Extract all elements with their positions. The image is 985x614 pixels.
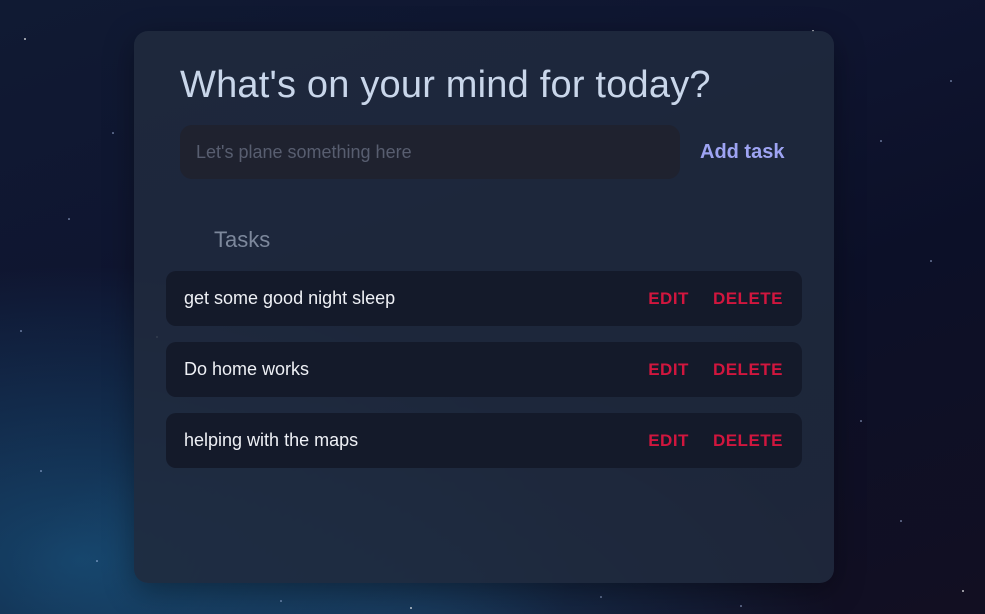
edit-task-button[interactable]: EDIT bbox=[648, 360, 689, 380]
task-text: helping with the maps bbox=[184, 430, 359, 450]
tasks-heading: Tasks bbox=[214, 227, 271, 252]
task-item: helping with the maps EDIT DELETE bbox=[166, 413, 802, 468]
task-item: Do home works EDIT DELETE bbox=[166, 342, 802, 397]
new-task-input[interactable] bbox=[180, 125, 680, 179]
task-text: get some good night sleep bbox=[184, 288, 396, 308]
task-item: get some good night sleep EDIT DELETE bbox=[166, 271, 802, 326]
page-title: What's on your mind for today? bbox=[180, 64, 711, 106]
delete-task-button[interactable]: DELETE bbox=[713, 360, 783, 380]
task-list: get some good night sleep EDIT DELETE Do… bbox=[166, 271, 802, 484]
edit-task-button[interactable]: EDIT bbox=[648, 431, 689, 451]
task-text: Do home works bbox=[184, 359, 310, 379]
delete-task-button[interactable]: DELETE bbox=[713, 431, 783, 451]
edit-task-button[interactable]: EDIT bbox=[648, 289, 689, 309]
add-task-button[interactable]: Add task bbox=[694, 136, 790, 168]
todo-card: What's on your mind for today? Add task … bbox=[134, 31, 834, 583]
delete-task-button[interactable]: DELETE bbox=[713, 289, 783, 309]
